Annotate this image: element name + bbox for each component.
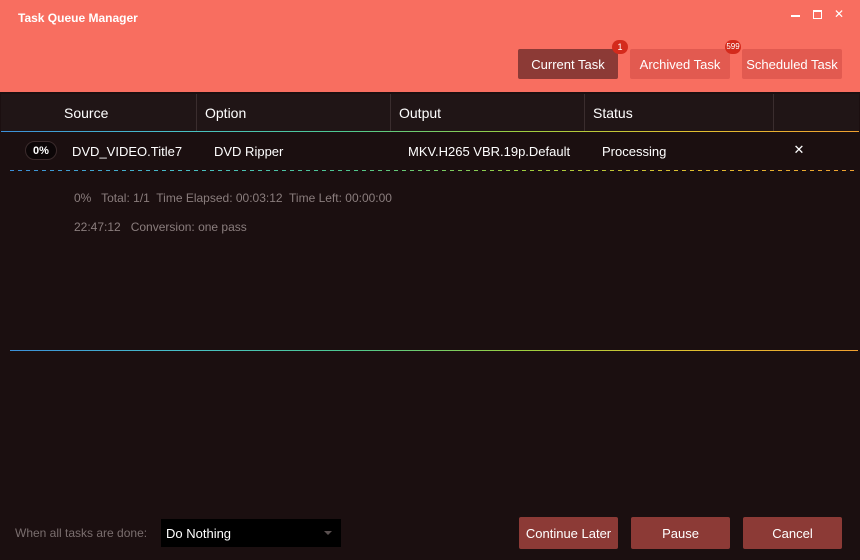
column-source[interactable]: Source bbox=[56, 94, 197, 131]
header-divider bbox=[1, 131, 859, 132]
task-table-header: Source Option Output Status bbox=[1, 94, 859, 131]
after-done-label: When all tasks are done: bbox=[15, 526, 148, 540]
continue-later-button[interactable]: Continue Later bbox=[519, 517, 618, 549]
row-output: MKV.H265 VBR.19p.Default bbox=[408, 143, 571, 159]
row-status: Processing bbox=[602, 143, 667, 159]
row-dashed-divider bbox=[10, 170, 858, 171]
tab-scheduled-task-label: Scheduled Task bbox=[746, 56, 838, 72]
window-title: Task Queue Manager bbox=[18, 11, 138, 25]
row-option: DVD Ripper bbox=[214, 143, 284, 159]
tab-current-task-label: Current Task bbox=[531, 56, 605, 72]
tab-archived-task-label: Archived Task bbox=[639, 56, 721, 72]
cancel-button[interactable]: Cancel bbox=[743, 517, 842, 549]
column-status[interactable]: Status bbox=[585, 94, 774, 131]
task-queue-window: Task Queue Manager ✕ Current Task 1 Arch… bbox=[0, 0, 860, 560]
close-button[interactable]: ✕ bbox=[830, 6, 848, 22]
details-divider bbox=[10, 350, 858, 351]
remove-task-icon[interactable]: ✕ bbox=[791, 142, 807, 158]
current-task-count-badge: 1 bbox=[612, 40, 628, 54]
conversion-info: 22:47:12 Conversion: one pass bbox=[74, 220, 247, 234]
pause-button[interactable]: Pause bbox=[631, 517, 730, 549]
close-icon: ✕ bbox=[833, 7, 845, 21]
column-option[interactable]: Option bbox=[197, 94, 391, 131]
window-controls: ✕ bbox=[786, 6, 848, 22]
progress-badge: 0% bbox=[25, 141, 57, 160]
archived-task-count-badge: 599 bbox=[725, 40, 741, 54]
progress-summary: 0% Total: 1/1 Time Elapsed: 00:03:12 Tim… bbox=[74, 191, 392, 205]
row-source: DVD_VIDEO.Title7 bbox=[72, 143, 183, 159]
minimize-button[interactable] bbox=[786, 6, 804, 22]
chevron-down-icon bbox=[324, 531, 332, 535]
tab-scheduled-task[interactable]: Scheduled Task bbox=[742, 49, 842, 79]
maximize-button[interactable] bbox=[808, 6, 826, 22]
header-bar: Task Queue Manager ✕ Current Task 1 Arch… bbox=[0, 0, 860, 92]
minimize-icon bbox=[790, 15, 800, 17]
after-done-dropdown[interactable]: Do Nothing bbox=[161, 519, 341, 547]
maximize-icon bbox=[812, 9, 822, 19]
tab-current-task[interactable]: Current Task 1 bbox=[518, 40, 628, 79]
tab-archived-task[interactable]: Archived Task 599 bbox=[630, 40, 741, 79]
after-done-value: Do Nothing bbox=[166, 525, 232, 541]
column-output[interactable]: Output bbox=[391, 94, 585, 131]
table-row[interactable]: 0% DVD_VIDEO.Title7 DVD Ripper MKV.H265 … bbox=[1, 133, 859, 169]
